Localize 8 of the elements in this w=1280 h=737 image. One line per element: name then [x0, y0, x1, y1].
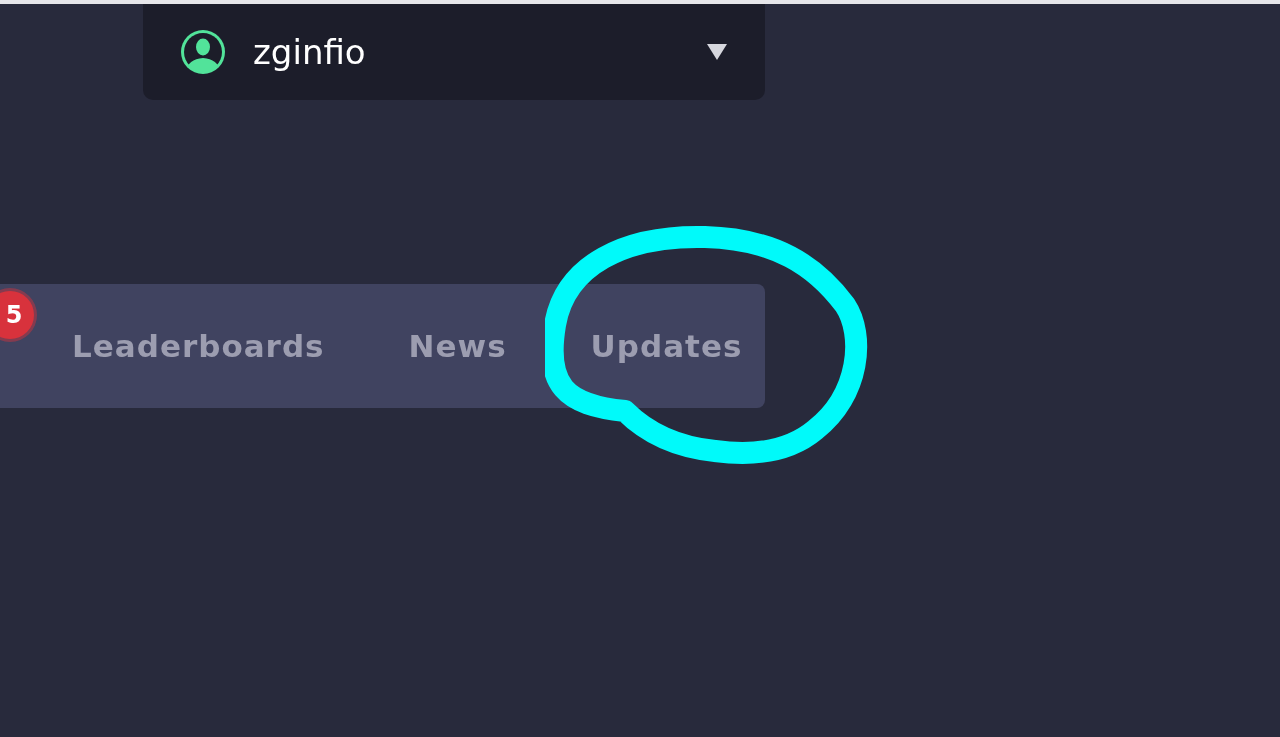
username: zginfio: [253, 32, 367, 72]
caret-icon: [707, 44, 727, 60]
nav-tab[interactable]: Updates: [576, 320, 757, 372]
user-menu[interactable]: zginfio: [143, 4, 765, 100]
notification-badge: 5: [0, 291, 34, 339]
user-avatar-icon: [179, 28, 227, 76]
nav-tab[interactable]: News: [394, 320, 521, 372]
nav-tab[interactable]: Leaderboards: [58, 320, 339, 372]
